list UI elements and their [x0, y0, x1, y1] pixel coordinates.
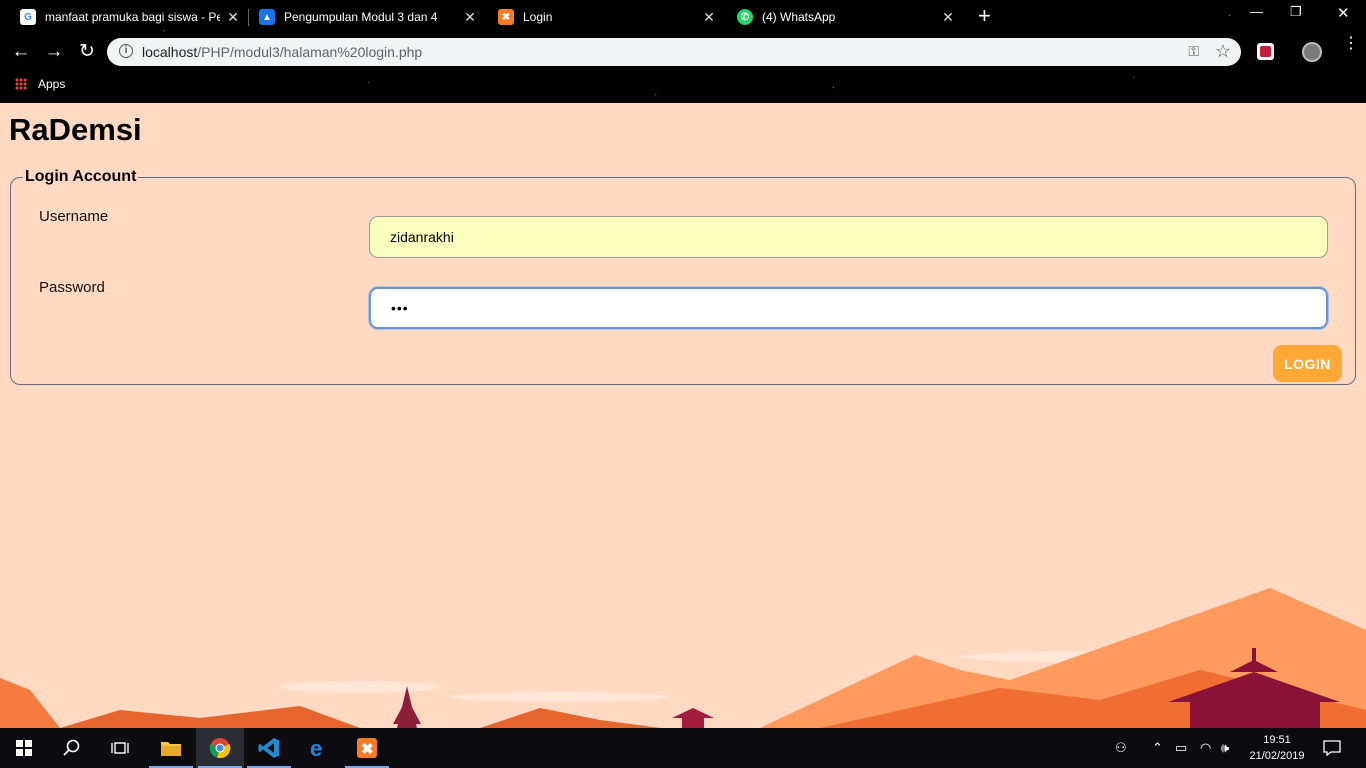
whatsapp-icon: ✆	[737, 9, 753, 25]
bookmarks-bar: Apps	[0, 70, 1366, 98]
password-label: Password	[39, 279, 105, 296]
back-button[interactable]: ←	[10, 41, 32, 63]
browser-chrome: G manfaat pramuka bagi siswa - Pe ✕ ▲ Pe…	[0, 0, 1366, 103]
start-button[interactable]	[0, 728, 48, 768]
reload-button[interactable]: ↻	[76, 41, 98, 63]
close-window-button[interactable]: ✕	[1337, 4, 1350, 22]
extension-icon[interactable]	[1257, 43, 1274, 60]
folder-icon	[161, 742, 181, 756]
menu-icon[interactable]: ⋮	[1343, 36, 1359, 52]
apps-bookmark[interactable]: Apps	[38, 77, 65, 91]
wifi-icon[interactable]: ◠	[1200, 728, 1211, 768]
file-explorer-button[interactable]	[147, 728, 195, 768]
close-tab-icon[interactable]: ✕	[463, 10, 477, 24]
browser-toolbar: ← → ↻ i localhost/PHP/modul3/halaman%20l…	[0, 34, 1366, 70]
url-path: /PHP/modul3/halaman%20login.php	[197, 44, 423, 60]
tab-google-search[interactable]: G manfaat pramuka bagi siswa - Pe ✕	[20, 0, 240, 34]
mid-hills	[60, 706, 660, 728]
notification-icon	[1323, 740, 1341, 756]
clock-date: 21/02/2019	[1249, 750, 1305, 762]
tab-title: Login	[523, 10, 553, 24]
login-button[interactable]: LOGIN	[1273, 345, 1342, 382]
site-info-icon[interactable]: i	[119, 44, 133, 58]
small-pagoda	[672, 708, 714, 728]
profile-avatar[interactable]	[1302, 42, 1322, 62]
tab-divider	[248, 9, 249, 26]
tab-classroom[interactable]: ▲ Pengumpulan Modul 3 dan 4 ✕	[259, 0, 477, 34]
tab-whatsapp[interactable]: ✆ (4) WhatsApp ✕	[737, 0, 955, 34]
close-tab-icon[interactable]: ✕	[941, 10, 955, 24]
new-tab-button[interactable]: +	[978, 5, 996, 27]
login-form: Login Account Username Password LOGIN	[10, 168, 1356, 385]
minimize-button[interactable]: —	[1250, 4, 1263, 19]
tab-login[interactable]: ✖ Login ✕	[498, 0, 716, 34]
close-tab-icon[interactable]: ✕	[702, 10, 716, 24]
search-button[interactable]	[48, 728, 96, 768]
volume-icon[interactable]: 🕪	[1221, 728, 1229, 768]
system-clock[interactable]: 19:51 21/02/2019	[1245, 732, 1309, 764]
near-mountain-left	[0, 678, 60, 728]
url-host: localhost	[142, 44, 198, 60]
search-icon	[63, 739, 80, 756]
windows-taskbar: e ✖ ⚇ ⌃ ▭ ◠ 🕪 19:51 21/02/2019	[0, 728, 1366, 768]
tab-title: Pengumpulan Modul 3 dan 4	[284, 10, 438, 24]
tab-title: (4) WhatsApp	[762, 10, 836, 24]
page-title: RaDemsi	[9, 112, 142, 147]
svg-text:✖: ✖	[361, 741, 374, 758]
bookmark-star-icon[interactable]: ☆	[1215, 41, 1231, 62]
classroom-icon: ▲	[259, 9, 275, 25]
chrome-button[interactable]	[196, 728, 244, 768]
svg-text:e: e	[310, 737, 322, 759]
url-text[interactable]: localhost/PHP/modul3/halaman%20login.php	[142, 44, 422, 60]
google-icon: G	[20, 9, 36, 25]
tray-expand-icon[interactable]: ⌃	[1152, 728, 1163, 768]
people-icon[interactable]: ⚇	[1115, 728, 1127, 768]
xampp-button[interactable]: ✖	[343, 728, 391, 768]
vscode-button[interactable]	[245, 728, 293, 768]
username-label: Username	[39, 208, 109, 225]
forward-button[interactable]: →	[43, 41, 65, 63]
restore-button[interactable]: ❐	[1290, 4, 1302, 20]
tab-strip: G manfaat pramuka bagi siswa - Pe ✕ ▲ Pe…	[0, 0, 1366, 34]
username-input[interactable]	[369, 216, 1328, 258]
task-view-button[interactable]	[96, 728, 144, 768]
windows-logo-icon	[16, 740, 32, 756]
address-bar[interactable]: i localhost/PHP/modul3/halaman%20login.p…	[107, 38, 1241, 66]
password-input[interactable]	[369, 287, 1328, 329]
close-tab-icon[interactable]: ✕	[226, 10, 240, 24]
key-icon[interactable]: ⚿	[1188, 43, 1199, 60]
edge-button[interactable]: e	[294, 728, 342, 768]
apps-grid-icon[interactable]	[15, 78, 27, 90]
xampp-taskbar-icon: ✖	[357, 738, 377, 758]
clock-time: 19:51	[1263, 734, 1291, 746]
notifications-button[interactable]	[1323, 728, 1341, 768]
form-legend: Login Account	[25, 168, 137, 185]
task-view-icon	[111, 742, 129, 754]
tab-title: manfaat pramuka bagi siswa - Pe	[45, 10, 220, 24]
edge-icon: e	[310, 737, 322, 759]
mountain-landscape	[0, 588, 1366, 728]
chrome-icon	[209, 738, 231, 759]
xampp-icon: ✖	[498, 9, 514, 25]
vscode-icon	[258, 738, 279, 758]
battery-icon[interactable]: ▭	[1175, 728, 1187, 768]
